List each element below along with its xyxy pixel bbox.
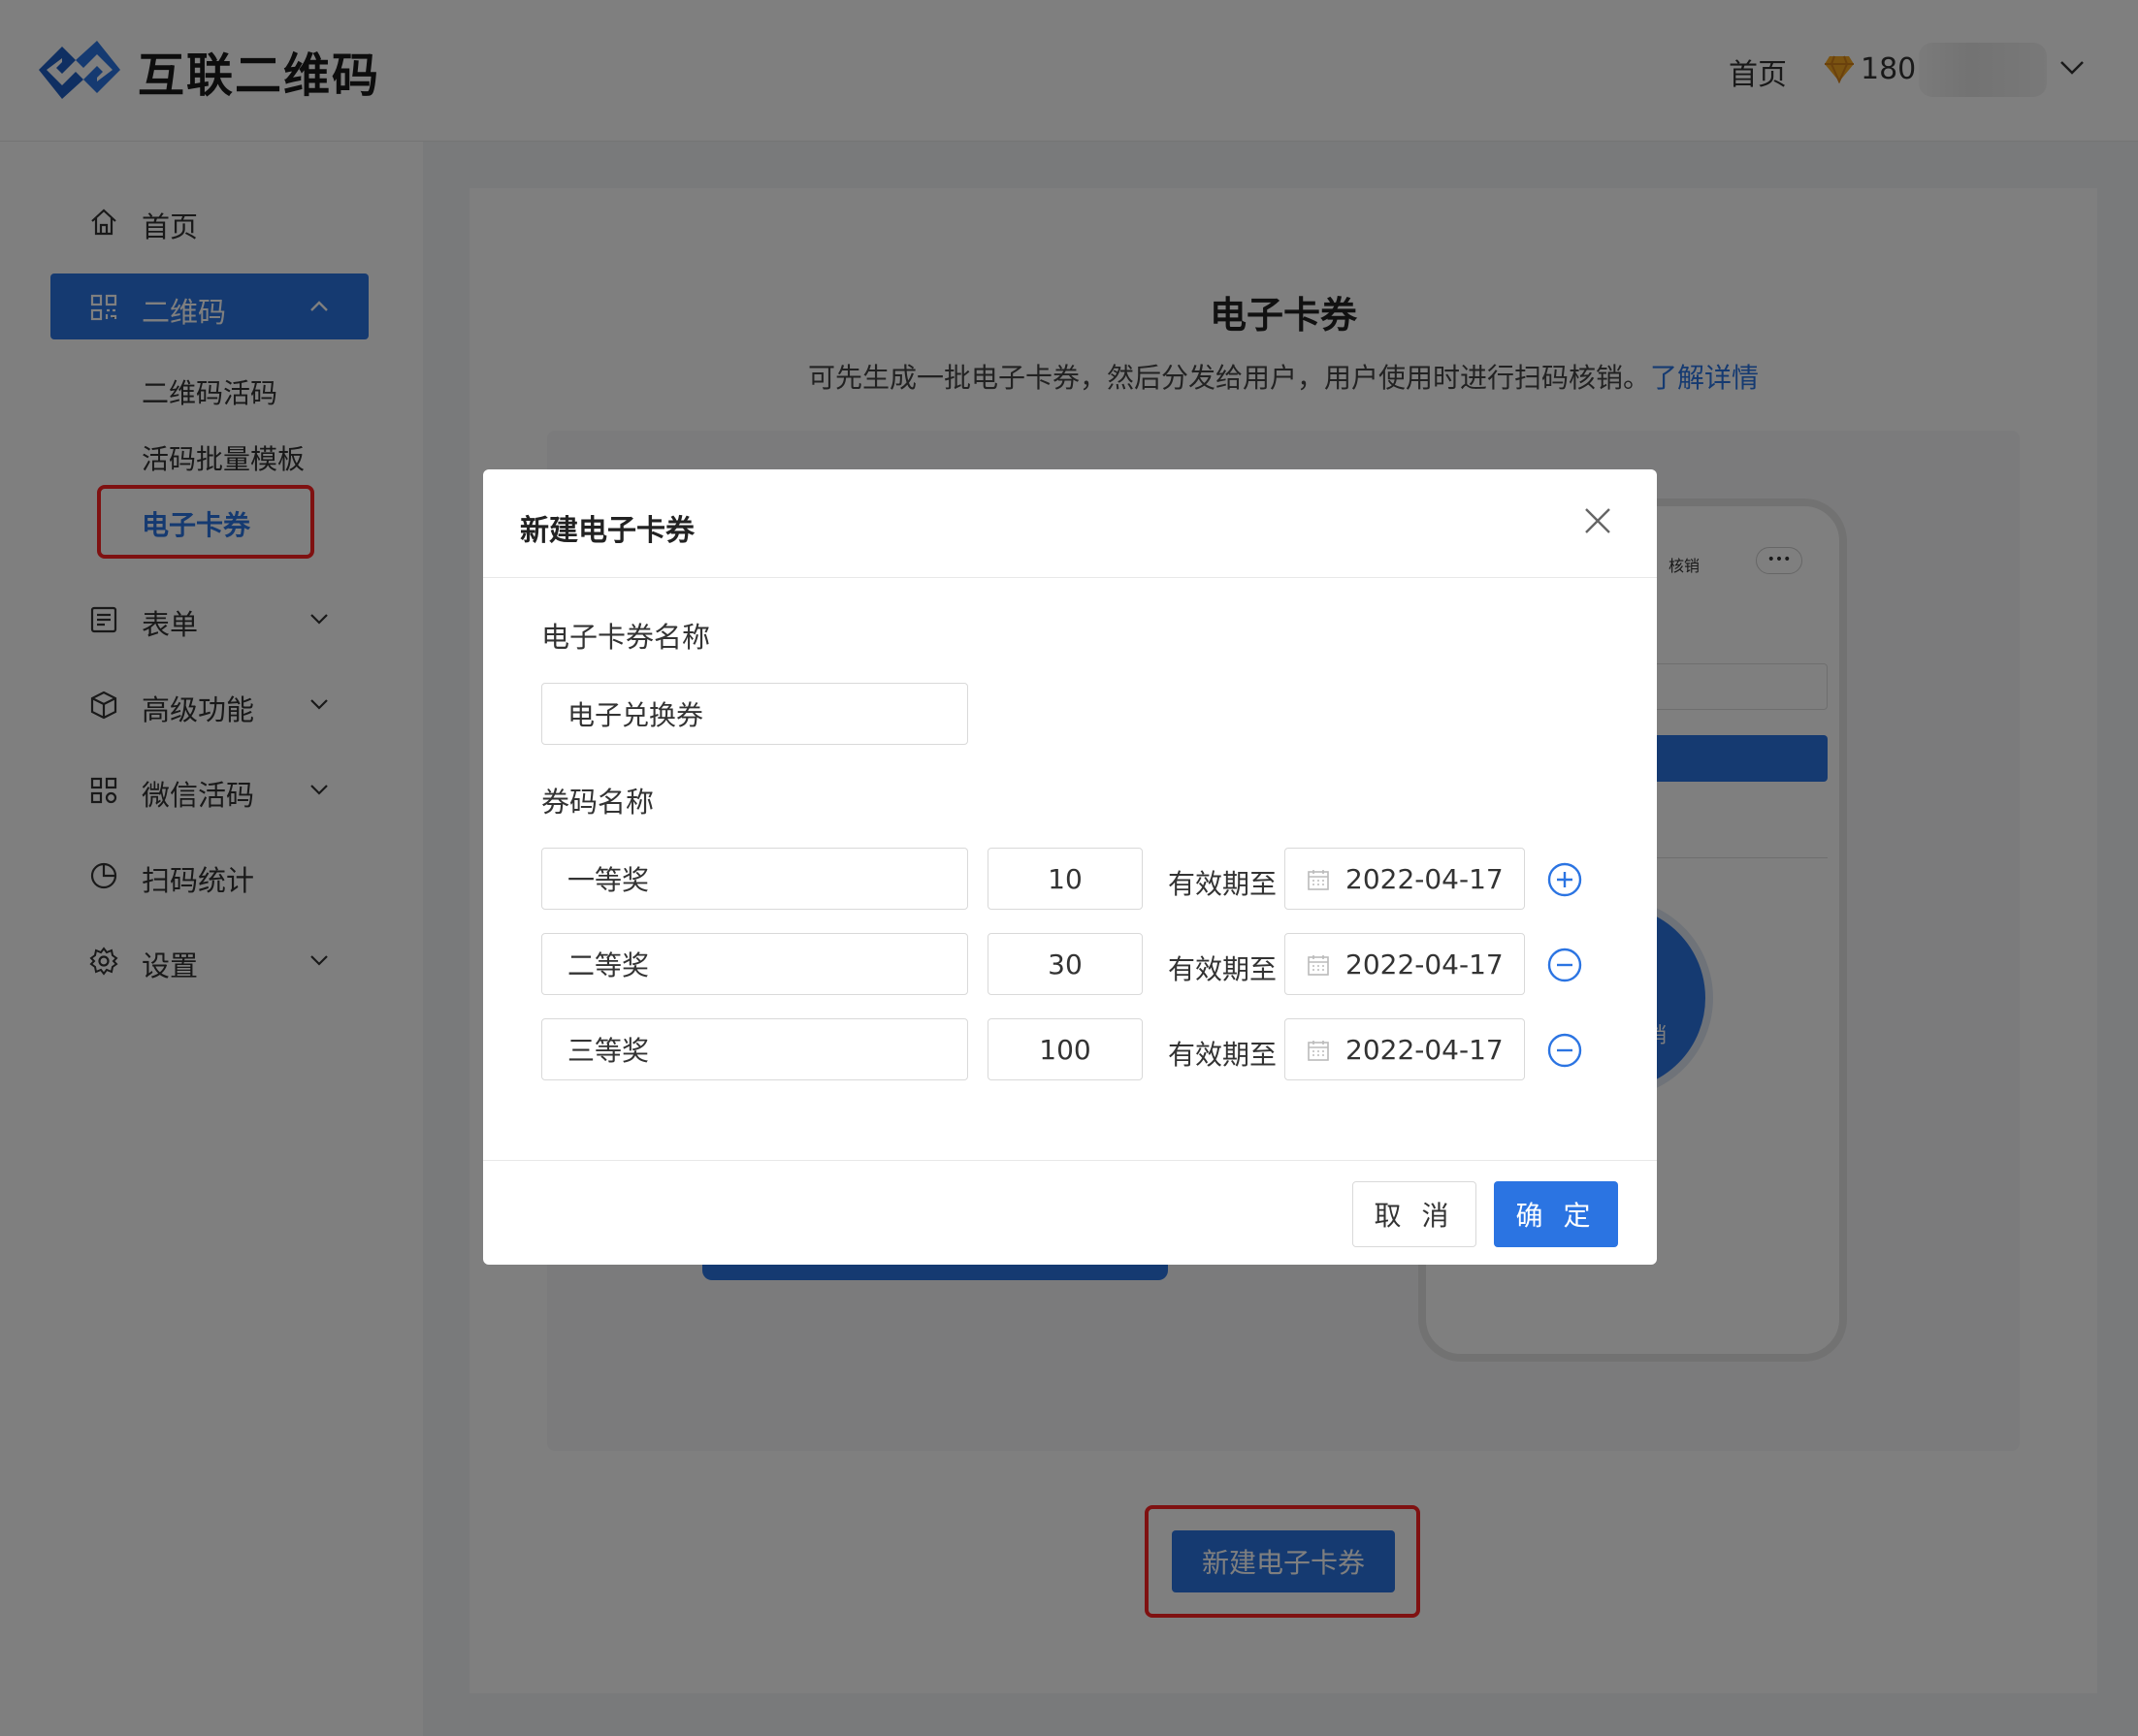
plus-circle-icon[interactable]	[1546, 861, 1583, 898]
prize-count-input[interactable]	[988, 848, 1143, 910]
prize-count-input[interactable]	[988, 1018, 1143, 1080]
calendar-icon	[1308, 1041, 1329, 1061]
calendar-icon	[1308, 955, 1329, 976]
prize-name-input[interactable]	[541, 933, 968, 995]
expiry-date-picker[interactable]: 2022-04-17	[1284, 933, 1525, 995]
valid-until-label: 有效期至	[1168, 1039, 1278, 1071]
coupon-name-label: 电子卡券名称	[541, 621, 711, 654]
code-name-label: 券码名称	[541, 786, 655, 819]
prize-count-input[interactable]	[988, 933, 1143, 995]
expiry-date-picker[interactable]: 2022-04-17	[1284, 1018, 1525, 1080]
calendar-icon	[1308, 870, 1329, 890]
valid-until-label: 有效期至	[1168, 953, 1278, 985]
valid-until-label: 有效期至	[1168, 868, 1278, 900]
new-e-coupon-dialog: 新建电子卡券 电子卡券名称 券码名称 有效期至 2022-04-17 有效期至 …	[483, 469, 1657, 1265]
close-icon[interactable]	[1583, 506, 1612, 535]
expiry-date-picker[interactable]: 2022-04-17	[1284, 848, 1525, 910]
confirm-button[interactable]: 确 定	[1494, 1181, 1618, 1247]
dialog-title: 新建电子卡券	[520, 514, 695, 548]
dialog-header: 新建电子卡券	[483, 469, 1657, 578]
prize-name-input[interactable]	[541, 848, 968, 910]
minus-circle-icon[interactable]	[1546, 947, 1583, 983]
prize-name-input[interactable]	[541, 1018, 968, 1080]
dialog-footer	[483, 1160, 1657, 1265]
expiry-date-value: 2022-04-17	[1345, 863, 1504, 895]
minus-circle-icon[interactable]	[1546, 1032, 1583, 1069]
expiry-date-value: 2022-04-17	[1345, 1034, 1504, 1066]
expiry-date-value: 2022-04-17	[1345, 948, 1504, 981]
cancel-button[interactable]: 取 消	[1352, 1181, 1476, 1247]
coupon-name-input[interactable]	[541, 683, 968, 745]
